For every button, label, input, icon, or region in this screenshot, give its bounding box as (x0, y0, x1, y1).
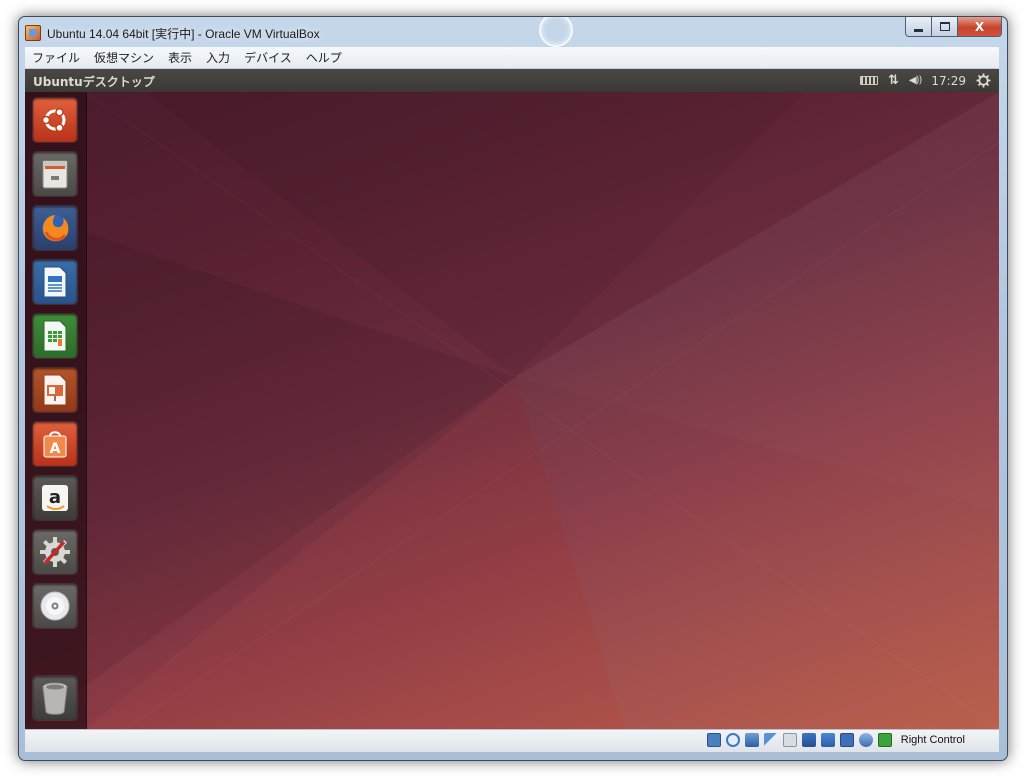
menu-help[interactable]: ヘルプ (299, 49, 349, 66)
maximize-button[interactable] (932, 17, 958, 37)
caption-buttons: X (905, 17, 1002, 37)
menu-machine[interactable]: 仮想マシン (87, 49, 161, 66)
usb-icon[interactable] (763, 733, 778, 747)
launcher-dvd-button[interactable] (33, 584, 77, 628)
status-bar: Right Control (25, 729, 999, 752)
desktop-wallpaper[interactable] (25, 92, 999, 729)
minimize-button[interactable] (905, 17, 932, 37)
svg-text:a: a (49, 487, 61, 508)
keyboard-icon (860, 76, 878, 85)
maximize-icon (939, 22, 950, 31)
launcher-writer-button[interactable] (33, 260, 77, 304)
wallpaper-pattern (25, 92, 999, 729)
launcher-software-center-button[interactable]: A (33, 422, 77, 466)
svg-text:A: A (50, 441, 61, 457)
trash-icon (42, 682, 68, 715)
menu-file[interactable]: ファイル (25, 49, 87, 66)
menu-input[interactable]: 入力 (199, 49, 237, 66)
launcher-amazon-button[interactable]: a (33, 476, 77, 520)
disc-icon (40, 591, 70, 621)
keyboard-indicator[interactable] (860, 76, 878, 85)
clock[interactable]: 17:29 (931, 74, 966, 88)
launcher-dash-button[interactable] (33, 98, 77, 142)
session-indicator[interactable] (976, 73, 991, 88)
panel-title: Ubuntuデスクトップ (33, 75, 155, 89)
title-bar[interactable]: Ubuntu 14.04 64bit [実行中] - Oracle VM Vir… (19, 17, 1007, 47)
libreoffice-impress-icon (43, 374, 67, 406)
network-indicator[interactable]: ⇅ (888, 73, 899, 88)
optical-drive-icon[interactable] (725, 733, 740, 747)
launcher-system-settings-button[interactable] (33, 530, 77, 574)
software-center-icon: A (43, 431, 67, 458)
virtualization-icon[interactable] (839, 733, 854, 747)
menu-view[interactable]: 表示 (161, 49, 199, 66)
launcher-calc-button[interactable] (33, 314, 77, 358)
display-icon[interactable] (801, 733, 816, 747)
panel-indicators: ⇅ ◀)) 17:29 (860, 69, 991, 92)
amazon-icon: a (42, 485, 68, 511)
mouse-integration-icon[interactable] (858, 733, 873, 747)
guest-display[interactable]: Ubuntuデスクトップ ⇅ ◀)) 17:29 A a (25, 69, 999, 729)
minimize-icon (914, 28, 923, 32)
video-capture-icon[interactable] (820, 733, 835, 747)
launcher-impress-button[interactable] (33, 368, 77, 412)
network-icon: ⇅ (888, 73, 899, 88)
virtualbox-app-icon[interactable] (25, 25, 41, 41)
settings-gear-icon (40, 537, 70, 567)
menu-bar: ファイル 仮想マシン 表示 入力 デバイス ヘルプ (25, 47, 999, 69)
libreoffice-calc-icon (43, 320, 67, 352)
unity-launcher: A a (25, 92, 87, 729)
virtualbox-window: Ubuntu 14.04 64bit [実行中] - Oracle VM Vir… (18, 16, 1008, 761)
hard-disk-icon[interactable] (706, 733, 721, 747)
launcher-firefox-button[interactable] (33, 206, 77, 250)
ubuntu-logo-icon (41, 107, 66, 133)
close-button[interactable]: X (958, 17, 1002, 37)
launcher-files-button[interactable] (33, 152, 77, 196)
aero-glass-highlight (539, 17, 573, 47)
file-cabinet-icon (42, 160, 68, 189)
launcher-trash-button[interactable] (33, 676, 77, 720)
firefox-icon (42, 215, 69, 242)
shared-folder-icon[interactable] (782, 733, 797, 747)
menu-devices[interactable]: デバイス (237, 49, 299, 66)
host-key-label[interactable]: Right Control (901, 734, 965, 746)
power-gear-icon (976, 73, 991, 88)
window-title: Ubuntu 14.04 64bit [実行中] - Oracle VM Vir… (47, 27, 320, 41)
network-adapter-icon[interactable] (744, 733, 759, 747)
libreoffice-writer-icon (43, 266, 67, 298)
close-icon: X (974, 19, 985, 34)
ubuntu-top-panel: Ubuntuデスクトップ ⇅ ◀)) 17:29 (25, 69, 999, 92)
keyboard-capture-icon[interactable] (877, 733, 892, 747)
status-icons: Right Control (706, 733, 965, 747)
sound-indicator[interactable]: ◀)) (909, 75, 922, 86)
volume-icon: ◀)) (908, 75, 922, 86)
